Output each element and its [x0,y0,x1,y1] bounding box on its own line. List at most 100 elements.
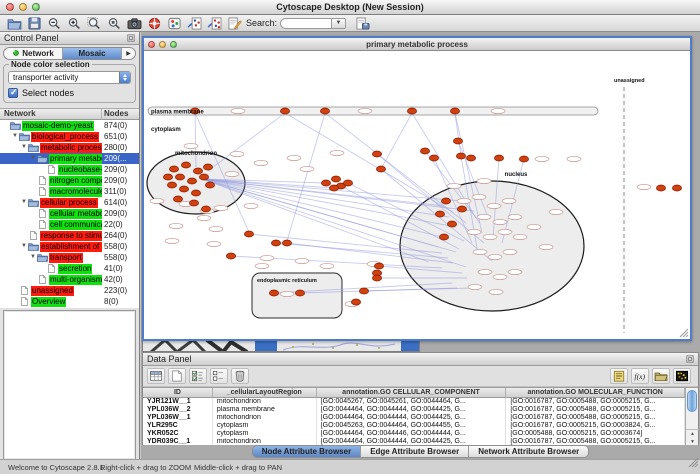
graph-node[interactable] [519,156,528,162]
graph-node[interactable] [193,168,202,174]
table-row[interactable]: YDR039C__1mitochondrion[GO:0044464, GO:0… [143,438,685,445]
table-row[interactable]: YPL036W__1mitochondrion[GO:0044464, GO:0… [143,414,685,422]
expand-collapse-icon[interactable]: ▼ [21,243,28,250]
network-canvas[interactable]: plasma membrane cytoplasm mitochondrion … [144,51,690,339]
graph-node[interactable] [343,180,352,186]
tree-row[interactable]: ▼establishment of lo558(0) [0,241,139,252]
node-color-attribute-select[interactable]: transporter activity [8,71,131,84]
notes-icon[interactable] [610,368,628,384]
tree-row[interactable]: ▼transport558(0) [0,252,139,263]
tree-row[interactable]: ▼cellular process614(0) [0,197,139,208]
graph-node[interactable] [201,206,210,212]
graph-node[interactable] [453,138,462,144]
graph-node[interactable] [163,174,172,180]
column-header[interactable]: ID [143,388,213,397]
graph-node[interactable] [372,151,381,157]
help-icon[interactable] [144,16,164,31]
graph-node[interactable] [447,221,456,227]
select-attributes-icon[interactable] [189,368,207,384]
graph-node[interactable] [244,231,253,237]
graph-node[interactable] [466,155,475,161]
graph-node[interactable] [271,240,280,246]
graph-node[interactable] [450,108,459,114]
graph-node[interactable] [269,290,278,296]
graph-node[interactable] [329,185,338,191]
table-row[interactable]: YLR295Ccytoplasm[GO:0045263, GO:0044464,… [143,422,685,430]
graph-node[interactable] [429,155,438,161]
search-dropdown-button[interactable]: ▼ [332,18,346,29]
zoom-fit-icon[interactable] [84,16,104,31]
tab-node-attribute-browser[interactable]: Node Attribute Browser [253,446,362,457]
graph-node[interactable] [187,178,196,184]
new-attribute-icon[interactable] [168,368,186,384]
expand-collapse-icon[interactable]: ▼ [12,133,19,140]
graph-node[interactable] [282,240,291,246]
graph-node[interactable] [456,153,465,159]
table-row[interactable]: YPL036W__2plasma membrane[GO:0044464, GO… [143,406,685,414]
graph-node[interactable] [374,263,383,269]
canvas-resize-grip[interactable] [680,329,688,337]
tab-mosaic[interactable]: Mosaic [63,48,122,59]
network-view-window[interactable]: primary metabolic process plasma membran… [142,36,692,341]
zoom-out-icon[interactable] [44,16,64,31]
tree-row[interactable]: Overview8(0) [0,296,139,307]
scrollbar-arrows[interactable]: ▲▼ [686,429,699,445]
column-header[interactable]: annotation.GO MOLECULAR_FUNCTION [506,388,685,397]
open-session-icon[interactable] [4,16,24,31]
graph-node[interactable] [205,182,214,188]
graph-node[interactable] [376,166,385,172]
graph-node[interactable] [420,148,429,154]
graph-node[interactable] [280,108,289,114]
tree-row[interactable]: mosaic-demo-yeast874(0) [0,120,139,131]
tree-row[interactable]: ▼biological_process651(0) [0,131,139,142]
graph-node[interactable] [351,299,360,305]
scrollbar-thumb[interactable] [687,390,697,412]
expand-collapse-icon[interactable]: ▼ [30,155,37,162]
network-from-selection-icon[interactable] [184,16,204,31]
expand-collapse-icon[interactable]: ▼ [30,254,37,261]
table-row[interactable]: YJR121W__1mitochondrion[GO:0045267, GO:0… [143,398,685,406]
graph-node[interactable] [199,174,208,180]
annotation-icon[interactable] [224,16,244,31]
graph-node[interactable] [439,234,448,240]
tab-network-attribute-browser[interactable]: Network Attribute Browser [469,446,588,457]
tree-row[interactable]: nitrogen compo209(0) [0,175,139,186]
graph-node[interactable] [407,108,416,114]
search-input[interactable] [280,18,332,29]
graph-node[interactable] [173,196,182,202]
table-scrollbar[interactable]: ▲▼ [685,388,698,445]
graph-node[interactable] [435,211,444,217]
graph-node[interactable] [672,185,681,191]
graph-node[interactable] [441,198,450,204]
graph-edge[interactable] [381,113,412,169]
tab-overflow-arrow-icon[interactable]: ▶ [122,48,135,59]
graph-node[interactable] [656,185,665,191]
graph-node[interactable] [295,290,304,296]
graph-node[interactable] [175,174,184,180]
save-attributes-icon[interactable] [352,16,372,31]
zoom-selected-icon[interactable] [104,16,124,31]
expand-collapse-icon[interactable]: ▼ [21,199,28,206]
tree-row[interactable]: response to stimul264(0) [0,230,139,241]
import-attributes-icon[interactable] [652,368,670,384]
graph-node[interactable] [189,200,198,206]
tree-row[interactable]: unassigned223(0) [0,285,139,296]
tree-row[interactable]: multi-organism pro42(0) [0,274,139,285]
column-header[interactable]: annotation.GO CELLULAR_COMPONENT [317,388,507,397]
table-row[interactable]: YKR052Ccytoplasm[GO:0044464, GO:0044446,… [143,430,685,438]
tree-row[interactable]: ▼primary metabo209(... [0,153,139,164]
window-resize-grip[interactable] [687,455,699,473]
function-builder-icon[interactable]: f(x) [631,368,649,384]
tree-row[interactable]: cell communicat22(0) [0,219,139,230]
zoom-in-icon[interactable] [64,16,84,31]
graph-node[interactable] [169,166,178,172]
tree-row[interactable]: secretion41(0) [0,263,139,274]
save-session-icon[interactable] [24,16,44,31]
tree-col-network[interactable]: Network [0,109,102,119]
heatmap-icon[interactable] [673,368,691,384]
unselect-attributes-icon[interactable] [210,368,228,384]
graph-node[interactable] [320,108,329,114]
window-titlebar[interactable]: Cytoscape Desktop (New Session) [0,0,700,15]
graph-node[interactable] [181,162,190,168]
attribute-table-icon[interactable] [147,368,165,384]
